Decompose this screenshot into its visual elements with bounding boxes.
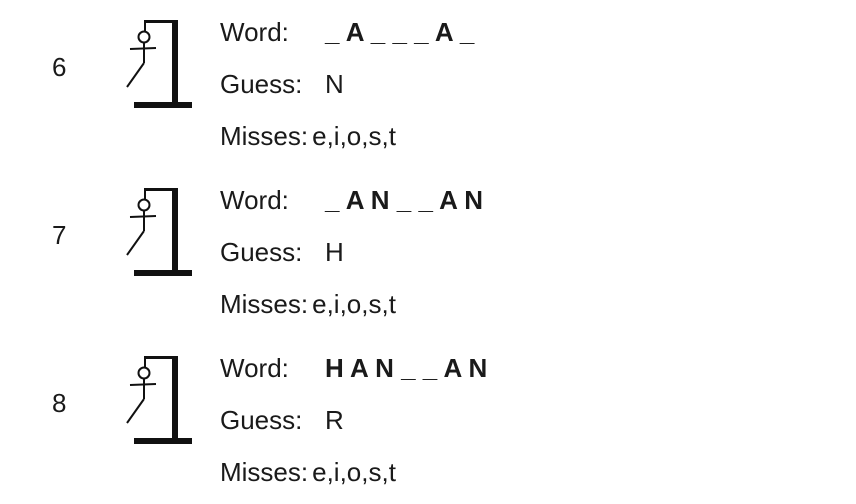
round-6: 6 Word: _ A _ _ _ A _ Guess: N Misses: e,i,… <box>0 0 856 168</box>
misses-value: e,i,o,s,t <box>312 457 396 487</box>
word-row: Word: _ A _ _ _ A _ <box>220 17 474 47</box>
word-row: Word: _ A N _ _ A N <box>220 185 483 215</box>
hangman-gallows-icon <box>126 188 192 276</box>
hangman-gallows-icon <box>126 20 192 108</box>
misses-value: e,i,o,s,t <box>312 289 396 319</box>
misses-label: Misses: <box>220 121 309 151</box>
misses-row: Misses: e,i,o,s,t <box>220 457 396 487</box>
hangman-gallows-icon <box>126 356 192 444</box>
round-number: 7 <box>52 220 67 250</box>
guess-label: Guess: <box>220 405 303 435</box>
word-pattern: _ A N _ _ A N <box>325 185 483 215</box>
guess-row: Guess: R <box>220 405 344 435</box>
misses-label: Misses: <box>220 289 309 319</box>
misses-value: e,i,o,s,t <box>312 121 396 151</box>
word-label: Word: <box>220 185 289 215</box>
guess-row: Guess: H <box>220 237 344 267</box>
word-label: Word: <box>220 353 289 383</box>
guess-value: N <box>325 69 344 99</box>
round-number: 6 <box>52 52 67 82</box>
round-7: 7 Word: _ A N _ _ A N Guess: H Misses: e,i,… <box>0 168 856 336</box>
word-pattern: _ A _ _ _ A _ <box>325 17 475 47</box>
word-row: Word: H A N _ _ A N <box>220 353 487 383</box>
misses-row: Misses: e,i,o,s,t <box>220 289 396 319</box>
misses-row: Misses: e,i,o,s,t <box>220 121 396 151</box>
guess-label: Guess: <box>220 237 303 267</box>
round-number: 8 <box>52 388 67 418</box>
guess-value: R <box>325 405 344 435</box>
guess-value: H <box>325 237 344 267</box>
guess-label: Guess: <box>220 69 303 99</box>
guess-row: Guess: N <box>220 69 344 99</box>
word-label: Word: <box>220 17 289 47</box>
round-8: 8 Word: H A N _ _ A N Guess: R Misses: e,i,… <box>0 336 856 504</box>
misses-label: Misses: <box>220 457 309 487</box>
word-pattern: H A N _ _ A N <box>325 353 488 383</box>
